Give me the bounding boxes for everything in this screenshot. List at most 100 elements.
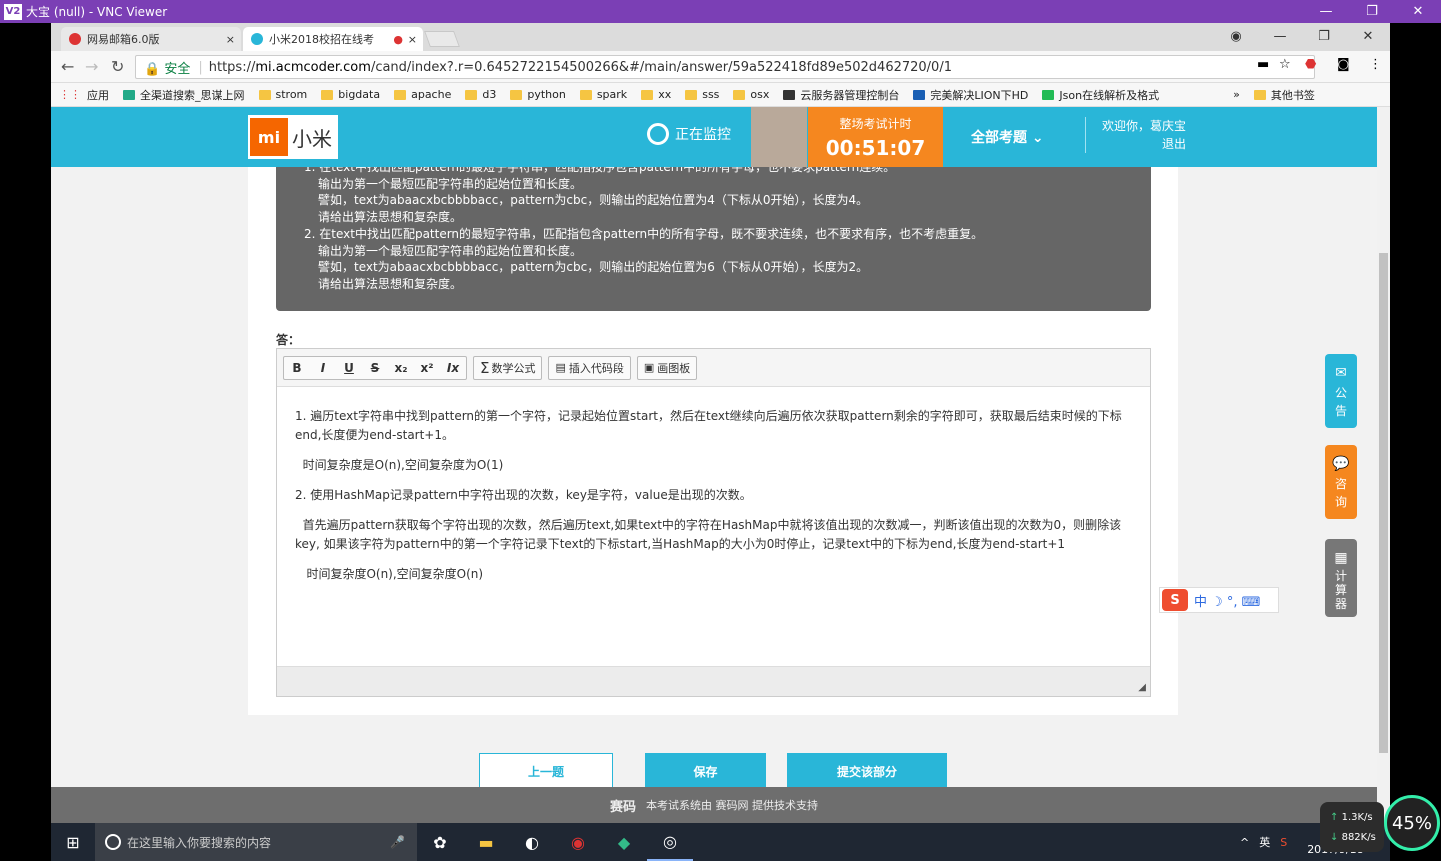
site-icon: [913, 89, 926, 100]
page-scrollbar[interactable]: [1377, 107, 1390, 823]
underline-button[interactable]: U: [336, 357, 362, 379]
tray-chevron-icon[interactable]: ^: [1240, 836, 1249, 849]
back-icon[interactable]: ←: [61, 57, 74, 76]
secure-text: 安全: [164, 61, 191, 77]
question-line: 输出为第一个最短匹配字符串的起始位置和长度。: [318, 176, 583, 191]
file-explorer-icon[interactable]: ▬: [463, 823, 509, 861]
bookmark-folder[interactable]: d3: [465, 88, 496, 101]
drawing-board-button[interactable]: ▣ 画图板: [638, 357, 696, 379]
exam-page: 1. 在text中找出匹配pattern的最短子字符串，匹配指按序包含patte…: [51, 107, 1377, 823]
bookmark-folder[interactable]: bigdata: [321, 88, 380, 101]
bookmark-label: 云服务器管理控制台: [800, 88, 900, 102]
more-bookmarks-icon[interactable]: »: [1233, 88, 1240, 101]
footer-text: 本考试系统由 赛码网 提供技术支持: [646, 799, 818, 812]
tab-close-icon[interactable]: ×: [408, 33, 417, 46]
submit-section-button[interactable]: 提交该部分: [787, 753, 947, 789]
insert-code-button[interactable]: ▤ 插入代码段: [549, 357, 629, 379]
bookmark-folder[interactable]: xx: [641, 88, 671, 101]
memory-gauge[interactable]: 45%: [1384, 795, 1440, 851]
all-questions-dropdown[interactable]: 全部考题 ⌄: [971, 127, 1044, 147]
close-button[interactable]: ✕: [1346, 23, 1390, 49]
maximize-button[interactable]: ❐: [1302, 23, 1346, 49]
bookmark-folder[interactable]: python: [510, 88, 566, 101]
bookmark-folder[interactable]: osx: [733, 88, 769, 101]
answer-editor[interactable]: B I U S x₂ x² Ix Σ 数学公式 ▤ 插入代码段 ▣ 画图板 1.…: [276, 348, 1151, 697]
tab-close-icon[interactable]: ×: [226, 33, 235, 46]
remote-desktop: 网易邮箱6.0版 × 小米2018校招在线考 ● × ◉ — ❐ ✕ ← → ↻…: [51, 23, 1390, 823]
prev-question-button[interactable]: 上一题: [479, 753, 613, 789]
bookmark-item[interactable]: 云服务器管理控制台: [783, 87, 899, 103]
chevron-down-icon: ⌄: [1031, 130, 1044, 146]
editor-toolbar: B I U S x₂ x² Ix Σ 数学公式 ▤ 插入代码段 ▣ 画图板: [277, 349, 1150, 387]
subscript-button[interactable]: x₂: [388, 357, 414, 379]
tab-mail[interactable]: 网易邮箱6.0版 ×: [61, 27, 241, 51]
vnc-close-button[interactable]: ✕: [1395, 0, 1441, 23]
star-icon[interactable]: ☆: [1279, 57, 1291, 72]
scrollbar-thumb[interactable]: [1379, 253, 1388, 753]
site-icon: [123, 89, 135, 100]
answer-paragraph: 时间复杂度O(n),空间复杂度O(n): [295, 567, 484, 581]
folder-icon: [733, 89, 746, 100]
monitoring-status: 正在监控: [647, 123, 731, 145]
editor-content[interactable]: 1. 遍历text字符串中找到pattern的第一个字符，记录起始位置start…: [277, 387, 1150, 665]
input-language[interactable]: 英: [1259, 834, 1270, 850]
app-icon[interactable]: ◆: [601, 823, 647, 861]
formula-label: 数学公式: [491, 361, 536, 375]
bookmark-item[interactable]: Json在线解析及格式: [1042, 87, 1159, 103]
italic-button[interactable]: I: [310, 357, 336, 379]
forward-icon[interactable]: →: [85, 57, 98, 76]
address-bar[interactable]: 🔒 安全 | https://mi.acmcoder.com/cand/inde…: [135, 55, 1315, 79]
app-icon[interactable]: ◉: [555, 823, 601, 861]
question-line: 请给出算法思想和复杂度。: [318, 276, 463, 291]
profile-icon[interactable]: ◉: [1214, 23, 1258, 49]
vnc-maximize-button[interactable]: ❐: [1349, 0, 1395, 23]
user-area: 欢迎你，葛庆宝 退出: [1085, 117, 1186, 153]
formula-button[interactable]: Σ 数学公式: [474, 357, 541, 379]
exam-header: mi 小米 正在监控 整场考试计时 00:51:07 全部考题 ⌄ 欢迎你，葛庆…: [51, 107, 1377, 167]
sogou-tray-icon[interactable]: S: [1280, 836, 1287, 849]
clear-format-button[interactable]: Ix: [440, 357, 466, 379]
chrome-icon[interactable]: ◎: [647, 823, 693, 861]
url-host: mi.acmcoder.com: [255, 59, 371, 75]
bold-button[interactable]: B: [284, 357, 310, 379]
bookmark-item[interactable]: 全渠道搜索_思谋上网: [123, 87, 245, 103]
bookmark-apps[interactable]: ⋮⋮ 应用: [59, 87, 109, 103]
reload-icon[interactable]: ↻: [111, 57, 124, 76]
bookmark-folder[interactable]: spark: [579, 88, 627, 101]
bookmark-label: strom: [275, 88, 308, 101]
mic-icon[interactable]: 🎤: [390, 835, 405, 849]
sogou-ime-bar[interactable]: S 中 ☽ °, ⌨: [1159, 587, 1279, 613]
vnc-minimize-button[interactable]: —: [1303, 0, 1349, 23]
tab-exam[interactable]: 小米2018校招在线考 ● ×: [243, 27, 423, 51]
notice-label: 公告: [1334, 386, 1347, 418]
app-icon[interactable]: ✿: [417, 823, 463, 861]
superscript-button[interactable]: x²: [414, 357, 440, 379]
minimize-button[interactable]: —: [1258, 23, 1302, 49]
calculator-button[interactable]: ▦ 计算器: [1325, 539, 1357, 617]
vnc-logo-icon: V2: [4, 3, 22, 20]
eclipse-icon[interactable]: ◐: [509, 823, 555, 861]
url-path: /cand/index?.r=0.6452722154500266&#/main…: [370, 59, 952, 75]
extension-icon[interactable]: ◙: [1337, 57, 1350, 72]
bookmark-folder[interactable]: 其他书签: [1253, 87, 1315, 103]
answer-paragraph: 首先遍历pattern获取每个字符出现的次数，然后遍历text,如果text中的…: [295, 518, 1122, 551]
bookmark-folder[interactable]: strom: [258, 88, 308, 101]
adblock-icon[interactable]: ⬣: [1305, 57, 1316, 72]
bookmark-item[interactable]: 完美解决LION下HD: [913, 87, 1028, 103]
windows-start-icon[interactable]: ⊞: [51, 833, 95, 852]
resize-handle-icon[interactable]: ◢: [1138, 682, 1146, 693]
logout-link[interactable]: 退出: [1102, 135, 1186, 153]
save-button[interactable]: 保存: [645, 753, 766, 789]
camera-icon[interactable]: ▬: [1257, 57, 1269, 72]
strike-button[interactable]: S: [362, 357, 388, 379]
bookmark-folder[interactable]: sss: [685, 88, 719, 101]
consult-button[interactable]: 💬 咨询: [1325, 445, 1357, 519]
new-tab-button[interactable]: [424, 31, 460, 47]
notice-button[interactable]: ✉ 公告: [1325, 354, 1357, 428]
taskbar-search[interactable]: 在这里输入你要搜索的内容 🎤: [95, 823, 417, 861]
site-icon: [1042, 89, 1055, 100]
calculator-label: 计算器: [1334, 569, 1347, 611]
menu-icon[interactable]: ⋮: [1369, 57, 1382, 72]
editor-resize-bar[interactable]: ◢: [277, 666, 1150, 696]
bookmark-folder[interactable]: apache: [394, 88, 451, 101]
